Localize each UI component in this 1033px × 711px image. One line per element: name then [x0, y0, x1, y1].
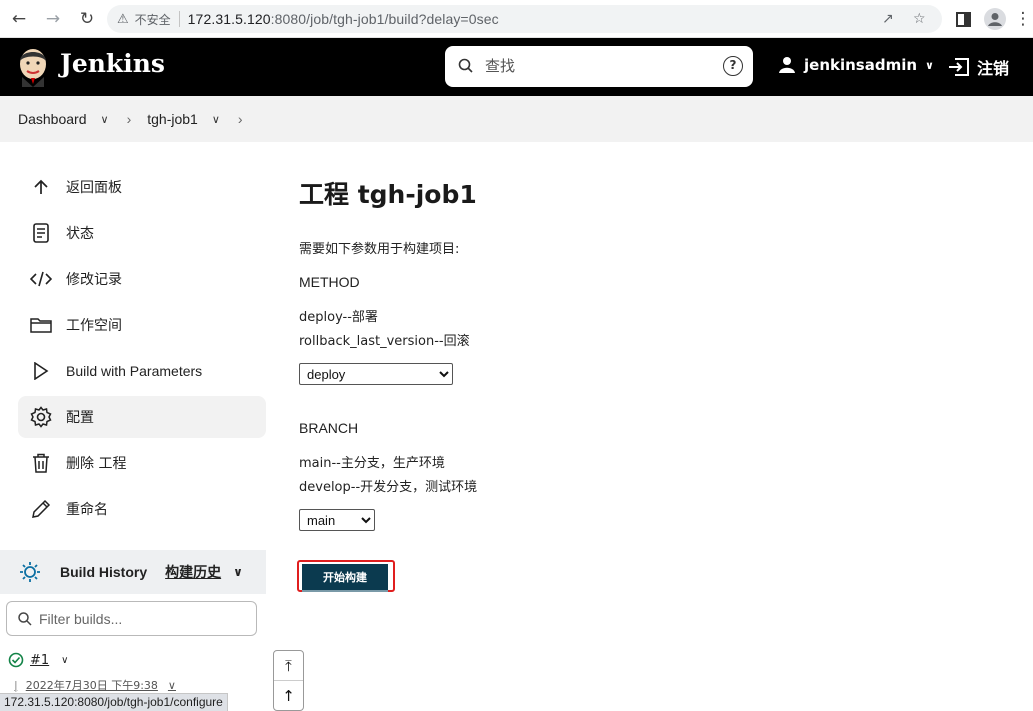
- build-history-link[interactable]: 构建历史: [165, 562, 221, 582]
- address-separator: [178, 11, 180, 27]
- filter-builds-input[interactable]: [39, 610, 239, 627]
- logout-label: 注销: [977, 59, 1010, 78]
- chevron-down-icon[interactable]: ∨: [101, 113, 109, 126]
- sidebar-item-label: 修改记录: [66, 272, 122, 288]
- sidebar-item-status[interactable]: 状态: [18, 212, 266, 254]
- logout-link[interactable]: 注销: [947, 55, 1009, 79]
- sidebar-item-label: Build with Parameters: [66, 363, 203, 379]
- sidebar-item-label: 工作空间: [66, 318, 122, 334]
- sidebar-item-changes[interactable]: 修改记录: [18, 258, 266, 300]
- star-icon[interactable]: ☆: [913, 11, 926, 27]
- page-title: 工程 tgh-job1: [299, 180, 477, 209]
- username: jenkinsadmin: [804, 56, 918, 74]
- status-bar-url: 172.31.5.120:8080/job/tgh-job1/configure: [0, 693, 228, 711]
- back-arrow-icon[interactable]: ←: [7, 7, 31, 31]
- param-name-branch: BRANCH: [299, 420, 359, 436]
- build-history-icon: [18, 560, 42, 584]
- sidebar-item-label: 重命名: [66, 502, 108, 518]
- sidebar-item-label: 删除 工程: [66, 456, 127, 472]
- chevron-down-icon[interactable]: ∨: [61, 655, 68, 666]
- timeline-bar: |: [14, 679, 18, 692]
- reload-icon[interactable]: ↻: [75, 7, 99, 31]
- address-bar[interactable]: ⚠ 不安全 172.31.5.120:8080/job/tgh-job1/bui…: [107, 5, 942, 33]
- chevron-right-icon: ›: [126, 111, 132, 127]
- code-icon: [30, 268, 52, 290]
- play-icon: [30, 360, 52, 382]
- logout-icon: [949, 58, 969, 76]
- forward-arrow-icon[interactable]: →: [41, 7, 65, 31]
- sidebar-icon[interactable]: [951, 7, 975, 31]
- sidebar-item-configure[interactable]: 配置: [18, 396, 266, 438]
- breadcrumb-job[interactable]: tgh-job1: [147, 111, 198, 127]
- build-number[interactable]: #1: [30, 653, 49, 668]
- build-date[interactable]: 2022年7月30日 下午9:38: [26, 679, 158, 692]
- sidebar-item-rename[interactable]: 重命名: [18, 488, 266, 530]
- sidebar-item-label: 状态: [66, 226, 94, 242]
- gear-icon: [30, 406, 52, 428]
- params-intro: 需要如下参数用于构建项目:: [299, 242, 460, 257]
- sidebar-item-delete-project[interactable]: 删除 工程: [18, 442, 266, 484]
- chevron-right-icon: ›: [237, 111, 243, 127]
- build-row[interactable]: #1 ∨: [8, 652, 69, 668]
- build-history-title: Build History: [60, 564, 148, 580]
- param-desc: deploy--部署: [299, 310, 378, 325]
- filter-builds-box[interactable]: [6, 601, 257, 636]
- url-text[interactable]: 172.31.5.120:8080/job/tgh-job1/build?del…: [188, 11, 499, 27]
- param-name-method: METHOD: [299, 274, 360, 290]
- warning-icon: ⚠: [117, 11, 129, 27]
- scroll-to-top-icon[interactable]: ⤒: [274, 651, 303, 681]
- document-icon: [30, 222, 52, 244]
- build-date-row: | 2022年7月30日 下午9:38 ∨: [14, 677, 176, 693]
- scroll-buttons: ⤒ ↑: [273, 650, 304, 711]
- share-icon[interactable]: ↗: [882, 11, 894, 27]
- pencil-icon: [30, 498, 52, 520]
- trash-icon: [30, 452, 52, 474]
- search-icon: [18, 611, 32, 626]
- param-desc: develop--开发分支，测试环境: [299, 480, 478, 495]
- help-icon[interactable]: ?: [723, 56, 743, 76]
- arrow-up-icon: [30, 176, 52, 198]
- search-input[interactable]: [485, 54, 705, 78]
- sidebar-item-label: 配置: [66, 410, 94, 426]
- sidebar-item-build-with-parameters[interactable]: Build with Parameters: [18, 350, 266, 392]
- user-menu[interactable]: jenkinsadmin ∨: [778, 56, 934, 74]
- search-box[interactable]: ?: [445, 46, 753, 87]
- param-desc: main--主分支，生产环境: [299, 456, 445, 471]
- branch-select[interactable]: main: [299, 509, 375, 531]
- start-build-button[interactable]: 开始构建: [302, 564, 388, 590]
- build-history-header: Build History 构建历史 ∨: [0, 550, 266, 594]
- scroll-up-icon[interactable]: ↑: [274, 681, 303, 711]
- user-icon: [779, 57, 795, 73]
- jenkins-brand[interactable]: Jenkins: [60, 49, 165, 78]
- breadcrumb: Dashboard ∨ › tgh-job1 ∨ ›: [0, 96, 1033, 142]
- method-select[interactable]: deploy: [299, 363, 453, 385]
- chevron-down-icon[interactable]: ∨: [212, 113, 220, 126]
- chevron-down-icon[interactable]: ∨: [233, 565, 243, 579]
- browser-toolbar: ← → ↻ ⚠ 不安全 172.31.5.120:8080/job/tgh-jo…: [0, 0, 1033, 38]
- chevron-down-icon[interactable]: ∨: [168, 679, 176, 692]
- jenkins-logo[interactable]: [16, 47, 50, 87]
- search-icon: [458, 58, 473, 73]
- security-label: 不安全: [134, 12, 171, 27]
- sidebar-item-label: 返回面板: [66, 180, 122, 196]
- menu-icon[interactable]: ⋮: [1011, 7, 1033, 31]
- folder-icon: [30, 314, 52, 336]
- param-desc: rollback_last_version--回滚: [299, 334, 470, 349]
- success-check-icon: [8, 652, 24, 668]
- chevron-down-icon[interactable]: ∨: [925, 59, 934, 72]
- sidebar-item-workspace[interactable]: 工作空间: [18, 304, 266, 346]
- profile-icon[interactable]: [983, 7, 1007, 31]
- build-button-highlight: 开始构建: [297, 560, 395, 592]
- breadcrumb-dashboard[interactable]: Dashboard: [18, 111, 87, 127]
- sidebar-item-back-to-dashboard[interactable]: 返回面板: [18, 166, 266, 208]
- sidebar: 返回面板 状态 修改记录 工作空间 Build with Parameters …: [0, 142, 280, 711]
- url-path: :8080/job/tgh-job1/build?delay=0sec: [270, 11, 499, 27]
- jenkins-header: Jenkins ? jenkinsadmin ∨ 注销: [0, 38, 1033, 96]
- url-host: 172.31.5.120: [187, 11, 271, 27]
